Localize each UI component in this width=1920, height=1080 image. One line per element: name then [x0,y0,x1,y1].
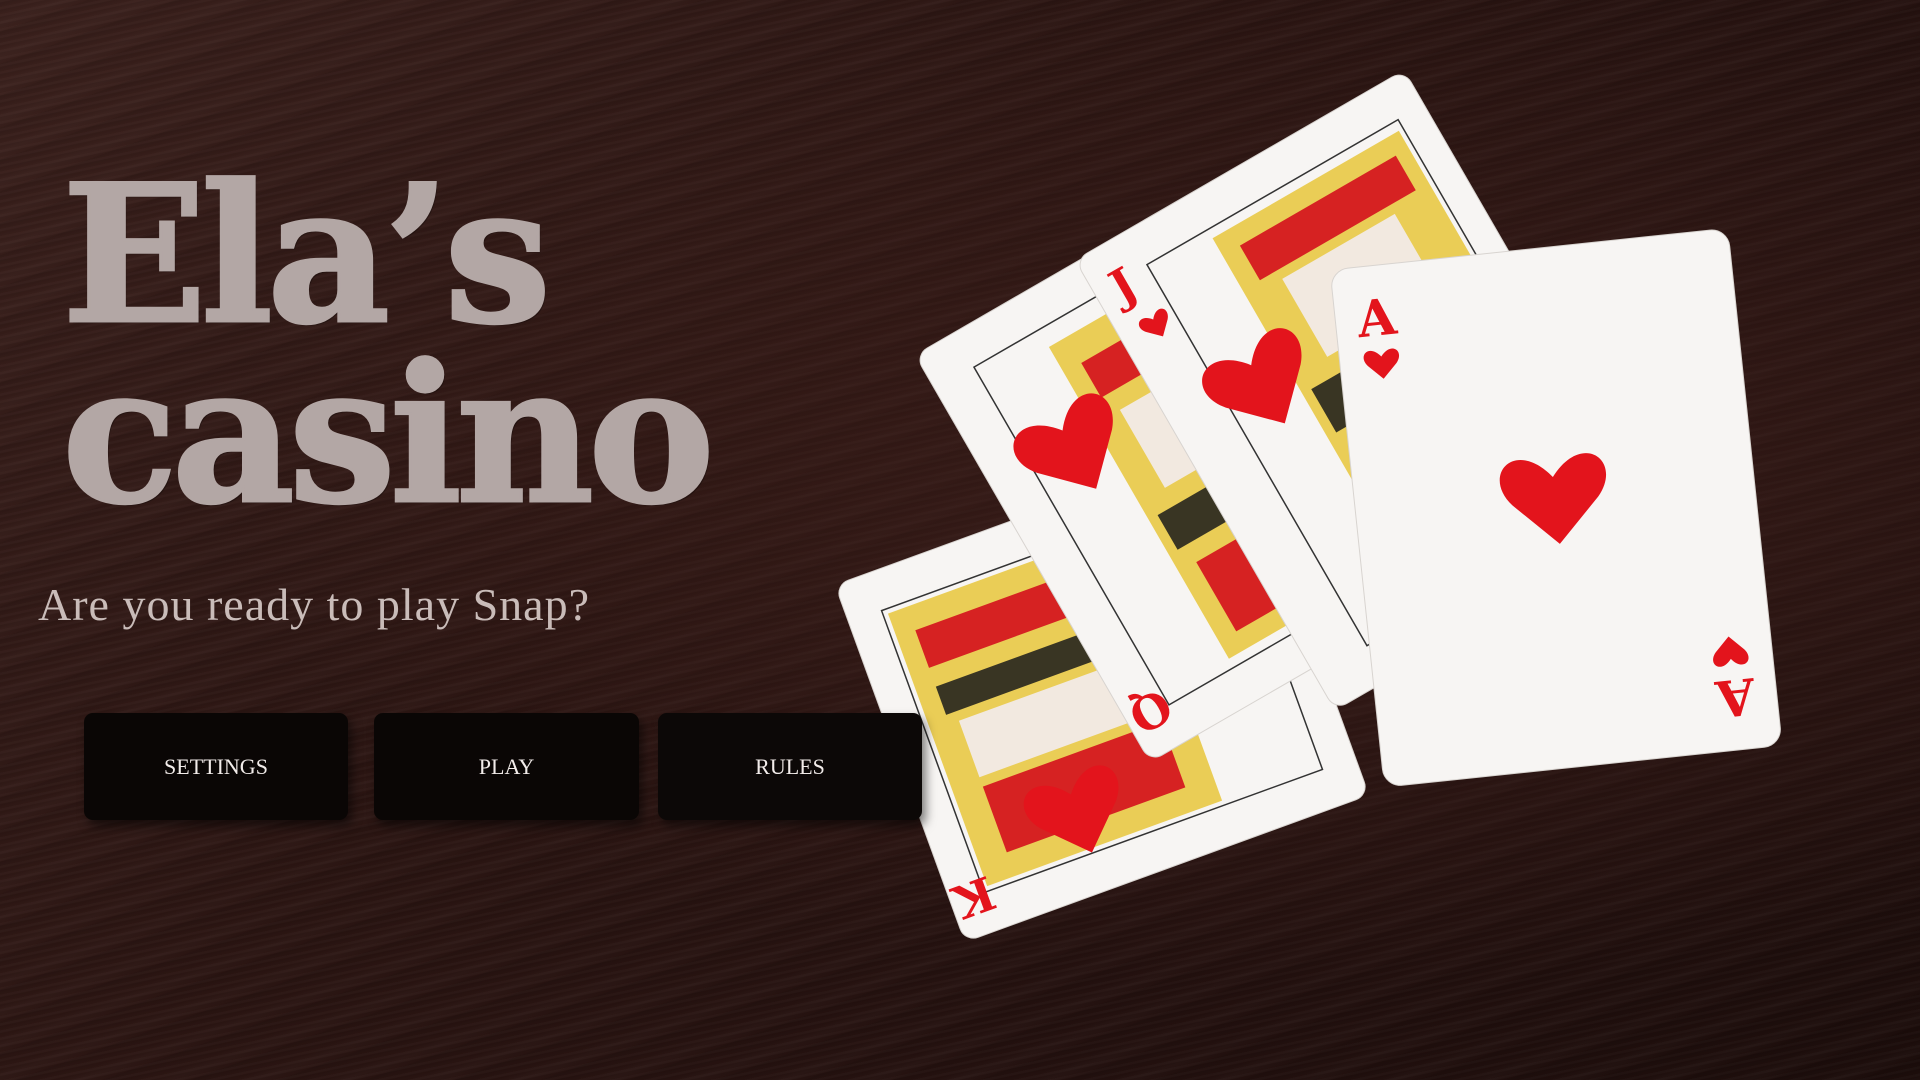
jack-of-hearts-card: J [1079,74,1660,706]
ace-of-hearts-card: A A [1331,229,1781,786]
title-line-2: casino [61,323,717,546]
queen-of-hearts-card: Q [919,159,1492,758]
casino-menu-screen: Ela’s casino Are you ready to play Snap?… [0,0,1920,1080]
rules-button[interactable]: RULES [658,713,922,820]
queen-rank-label: Q [1120,678,1182,745]
ace-rank-label-bottom: A [1712,666,1759,729]
heart-icon [1497,451,1613,550]
ace-rank-label-top: A [1353,286,1400,349]
game-title: Ela’s casino [60,158,716,531]
play-button[interactable]: PLAY [374,713,639,820]
settings-button[interactable]: SETTINGS [84,713,348,820]
jack-rank-label: J [1097,257,1146,317]
subtitle: Are you ready to play Snap? [38,579,591,630]
king-rank-label: K [944,865,1002,930]
king-of-hearts-card: K [838,441,1366,939]
